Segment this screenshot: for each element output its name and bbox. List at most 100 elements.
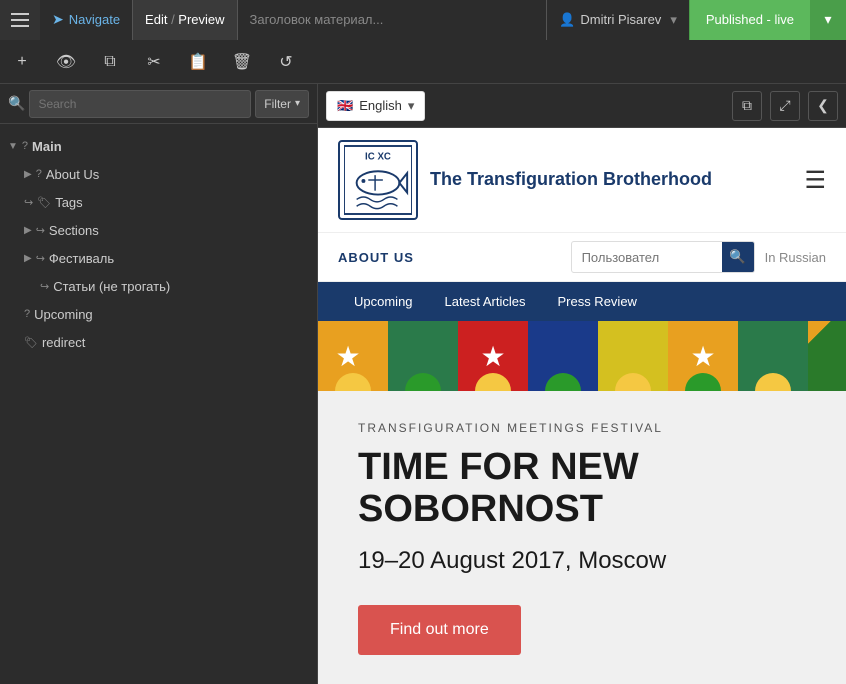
flag-icon: 🇬🇧 <box>337 98 353 114</box>
navigate-label: Navigate <box>69 12 120 27</box>
question-icon: ? <box>22 140 28 152</box>
delete-button[interactable]: 🗑 <box>220 40 264 84</box>
hero-title: TIME FOR NEW SOBORNOST <box>358 447 806 531</box>
hamburger-button[interactable] <box>0 0 40 40</box>
site-search-input[interactable] <box>572 245 722 270</box>
hamburger-icon <box>11 13 29 27</box>
trash-icon: 🗑 <box>232 52 252 72</box>
copy-button[interactable]: ⧉ <box>88 40 132 84</box>
external-link-icon: ⧉ <box>742 97 752 114</box>
navigate-button[interactable]: ➤ Navigate <box>40 0 132 40</box>
toggle-icon: ▼ <box>8 141 18 152</box>
site-search-field: 🔍 <box>571 241 755 273</box>
in-russian-label: In Russian <box>765 250 826 265</box>
expand-icon: ⤢ <box>779 97 790 114</box>
sections-label: Sections <box>49 223 99 238</box>
hero-pattern: ★ ★ ★ <box>318 321 846 391</box>
add-icon: + <box>17 53 26 71</box>
language-selector[interactable]: 🇬🇧 English ▾ <box>326 91 425 121</box>
main-area: 🔍 Filter ▾ ▼ ? Main ▶ ? About Us ↪ <box>0 84 846 684</box>
search-icon: 🔍 <box>8 95 25 112</box>
published-dropdown-button[interactable]: ▾ <box>810 0 846 40</box>
hero-date: 19–20 August 2017, Moscow <box>358 547 806 575</box>
preview-label: Preview <box>178 12 224 27</box>
site-menu-icon[interactable]: ☰ <box>804 166 826 195</box>
navigate-icon: ➤ <box>52 11 64 28</box>
language-dropdown-icon: ▾ <box>408 98 415 114</box>
svg-text:★: ★ <box>335 341 360 372</box>
about-bar: ABOUT US 🔍 In Russian <box>318 233 846 282</box>
eye-button[interactable]: 👁 <box>44 40 88 84</box>
sidebar: 🔍 Filter ▾ ▼ ? Main ▶ ? About Us ↪ <box>0 84 318 684</box>
sidebar-item-sections[interactable]: ▶ ↪ Sections <box>0 216 317 244</box>
main-label: Main <box>32 139 62 154</box>
filter-dropdown-icon: ▾ <box>295 98 300 109</box>
top-bar: ➤ Navigate Edit / Preview Заголовок мате… <box>0 0 846 40</box>
collapse-icon: ❮ <box>817 97 829 114</box>
expand-button[interactable]: ⤢ <box>770 91 800 121</box>
redirect-icon: ↪ <box>24 196 33 209</box>
nav-press-review[interactable]: Press Review <box>541 282 652 321</box>
sidebar-item-articles[interactable]: ↪ Статьи (не трогать) <box>0 272 317 300</box>
refresh-button[interactable]: ↺ <box>264 40 308 84</box>
tag-icon: 🏷 <box>24 336 38 349</box>
add-button[interactable]: + <box>0 40 44 84</box>
nav-latest-articles[interactable]: Latest Articles <box>429 282 542 321</box>
svg-text:IC XC: IC XC <box>365 152 391 163</box>
preview-panel: 🇬🇧 English ▾ ⧉ ⤢ ❮ <box>318 84 846 684</box>
toggle-icon: ▶ <box>24 169 32 180</box>
sidebar-item-festival[interactable]: ▶ ↪ Фестиваль <box>0 244 317 272</box>
hero-content: TRANSFIGURATION MEETINGS FESTIVAL TIME F… <box>318 391 846 684</box>
redirect-icon: ↪ <box>36 224 45 237</box>
site-search-button[interactable]: 🔍 <box>722 242 754 272</box>
find-out-more-button[interactable]: Find out more <box>358 605 521 655</box>
about-us-link[interactable]: ABOUT US <box>338 250 414 265</box>
cut-button[interactable]: ✂ <box>132 40 176 84</box>
sidebar-item-about-us[interactable]: ▶ ? About Us <box>0 160 317 188</box>
published-button[interactable]: Published - live <box>689 0 810 40</box>
site-header: IC XC <box>318 128 846 233</box>
sidebar-item-main[interactable]: ▼ ? Main <box>0 132 317 160</box>
user-button[interactable]: 👤 Dmitri Pisarev ▾ <box>546 0 689 40</box>
about-us-label: About Us <box>46 167 99 182</box>
paste-button[interactable]: 📋 <box>176 40 220 84</box>
logo-text: The Transfiguration Brotherhood <box>430 168 712 191</box>
sidebar-item-redirect[interactable]: 🏷 redirect <box>0 328 317 356</box>
filter-label: Filter <box>264 97 291 111</box>
question-icon: ? <box>36 168 42 180</box>
copy-icon: ⧉ <box>104 53 115 71</box>
paste-icon: 📋 <box>188 52 208 72</box>
user-name: Dmitri Pisarev <box>580 12 661 27</box>
filter-button[interactable]: Filter ▾ <box>255 90 309 118</box>
redirect-label: redirect <box>42 335 85 350</box>
hero-festival-label: TRANSFIGURATION MEETINGS FESTIVAL <box>358 421 806 435</box>
user-dropdown-icon: ▾ <box>670 12 677 28</box>
tags-label: Tags <box>55 195 82 210</box>
edit-preview-button[interactable]: Edit / Preview <box>132 0 237 40</box>
published-label: Published - live <box>706 12 794 27</box>
svg-text:★: ★ <box>690 341 715 372</box>
user-icon: 👤 <box>559 12 575 28</box>
website-preview: IC XC <box>318 128 846 684</box>
magnifier-icon: 🔍 <box>729 249 746 265</box>
refresh-icon: ↺ <box>279 52 292 72</box>
nav-upcoming[interactable]: Upcoming <box>338 282 429 321</box>
search-input[interactable] <box>29 90 251 118</box>
articles-label: Статьи (не трогать) <box>53 279 170 294</box>
svg-text:★: ★ <box>480 341 505 372</box>
question-icon: ? <box>24 308 30 320</box>
slash-separator: / <box>167 12 178 27</box>
material-title: Заголовок материал... <box>237 0 547 40</box>
hero-section: ★ ★ ★ TRANSFIGURATION MEETINGS F <box>318 321 846 684</box>
site-nav: Upcoming Latest Articles Press Review <box>318 282 846 321</box>
chevron-down-icon: ▾ <box>824 11 831 28</box>
toggle-icon: ▶ <box>24 225 32 236</box>
collapse-button[interactable]: ❮ <box>808 91 838 121</box>
cut-icon: ✂ <box>147 52 160 72</box>
sidebar-item-tags[interactable]: ↪ 🏷 Tags <box>0 188 317 216</box>
second-bar: + 👁 ⧉ ✂ 📋 🗑 ↺ <box>0 40 846 84</box>
external-link-button[interactable]: ⧉ <box>732 91 762 121</box>
edit-label: Edit <box>145 12 167 27</box>
sidebar-item-upcoming[interactable]: ? Upcoming <box>0 300 317 328</box>
toggle-icon: ▶ <box>24 253 32 264</box>
